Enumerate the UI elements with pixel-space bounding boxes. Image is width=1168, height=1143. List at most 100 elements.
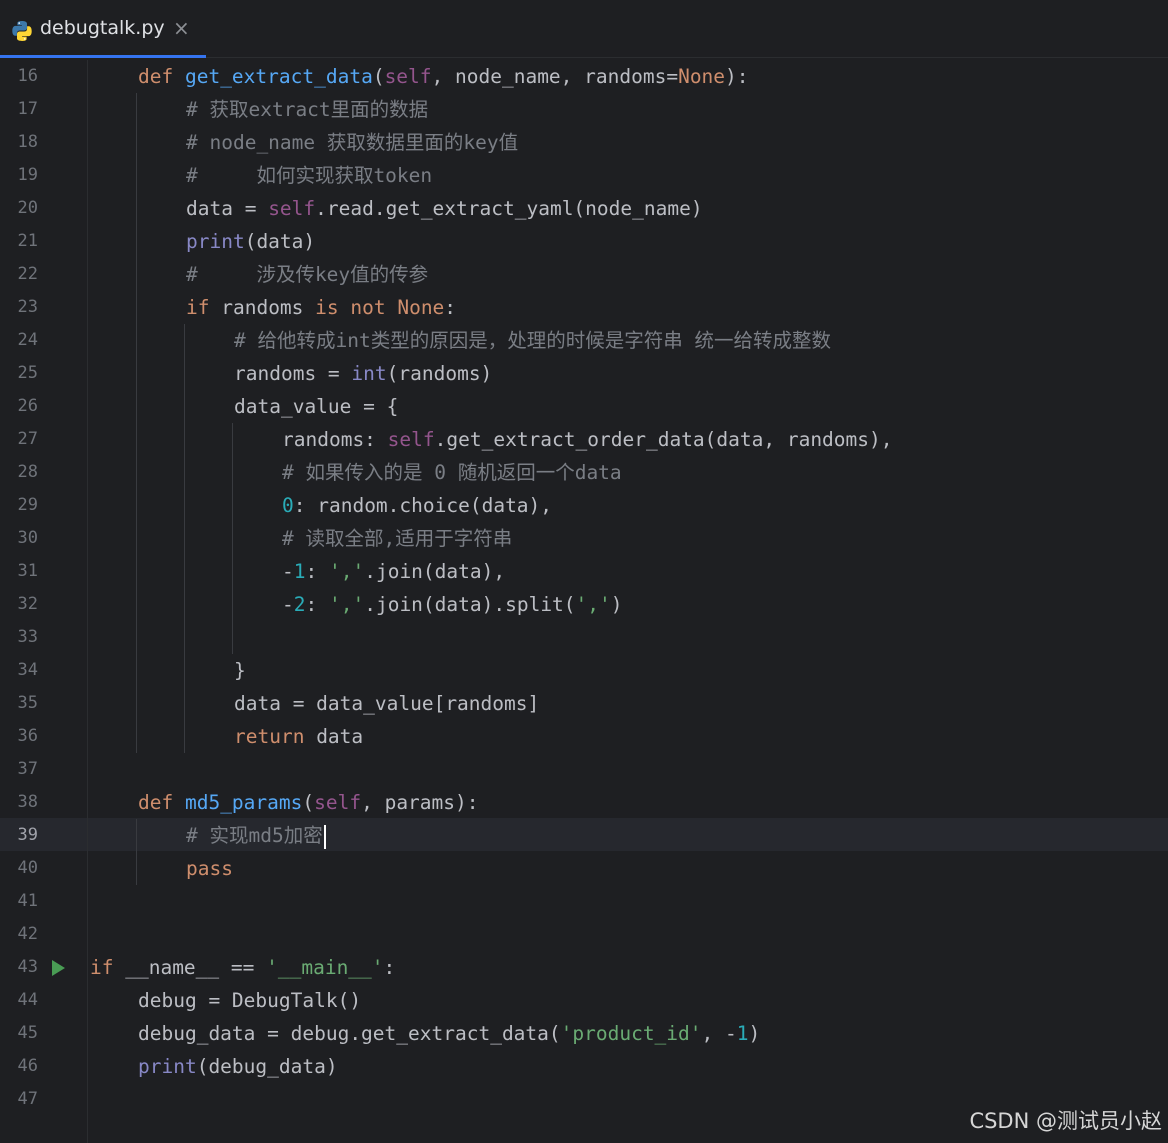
line-number: 30 [17, 528, 38, 548]
code-line[interactable]: 18 # node_name 获取数据里面的key值 [0, 126, 1168, 159]
code-line[interactable]: 32 -2: ','.join(data).split(',') [0, 588, 1168, 621]
code-line[interactable]: 23 if randoms is not None: [0, 291, 1168, 324]
code-token: (randoms) [386, 362, 493, 385]
line-number: 41 [17, 891, 38, 911]
code-text: # 获取extract里面的数据 [186, 93, 428, 126]
code-line[interactable]: 45 debug_data = debug.get_extract_data('p… [0, 1017, 1168, 1050]
code-token: ): [725, 65, 749, 88]
code-line[interactable]: 17 # 获取extract里面的数据 [0, 93, 1168, 126]
code-line[interactable]: 29 0: random.choice(data), [0, 489, 1168, 522]
line-number: 34 [17, 660, 38, 680]
tab-filename: debugtalk.py [40, 17, 165, 39]
code-line[interactable]: 38 def md5_params(self, params): [0, 786, 1168, 819]
code-token: - [282, 593, 294, 616]
line-number: 17 [17, 99, 38, 119]
code-token: print [186, 230, 245, 253]
code-line[interactable]: 43 if __name__ == '__main__': [0, 951, 1168, 984]
code-line[interactable]: 24 # 给他转成int类型的原因是，处理的时候是字符串 统一给转成整数 [0, 324, 1168, 357]
close-tab-icon[interactable]: × [173, 16, 190, 40]
code-token: ',' [328, 593, 365, 616]
code-token: 'product_id' [560, 1022, 702, 1045]
code-line[interactable]: 31 -1: ','.join(data), [0, 555, 1168, 588]
code-token: (debug_data) [196, 1055, 338, 1078]
code-token: def [138, 791, 185, 814]
code-line[interactable]: 27 randoms: self.get_extract_order_data(d… [0, 423, 1168, 456]
code-text: # 涉及传key值的传参 [186, 258, 428, 291]
line-number: 36 [17, 726, 38, 746]
code-token: 1 [293, 560, 306, 583]
code-line[interactable]: 30 # 读取全部,适用于字符串 [0, 522, 1168, 555]
code-line[interactable]: 36 return data [0, 720, 1168, 753]
code-token: randoms = [234, 362, 352, 385]
python-icon [12, 21, 32, 41]
line-number: 43 [17, 957, 38, 977]
code-token: is not None [315, 296, 445, 319]
code-line[interactable]: 33 [0, 621, 1168, 654]
code-line[interactable]: 21 print(data) [0, 225, 1168, 258]
code-token: , params): [361, 791, 479, 814]
code-line[interactable]: 44 debug = DebugTalk() [0, 984, 1168, 1017]
code-token: ',' [328, 560, 365, 583]
line-number: 33 [17, 627, 38, 647]
code-token: .get_extract_order_data(data, randoms), [434, 428, 893, 451]
code-text: # 如何实现获取token [186, 159, 432, 192]
code-token: data [316, 725, 364, 748]
line-number: 27 [17, 429, 38, 449]
code-line[interactable]: 16 def get_extract_data(self, node_name, … [0, 60, 1168, 93]
code-text: if __name__ == '__main__': [90, 951, 395, 984]
code-line[interactable]: 42 [0, 918, 1168, 951]
code-text: # node_name 获取数据里面的key值 [186, 126, 518, 159]
code-token: ( [372, 65, 385, 88]
code-line[interactable]: 41 [0, 885, 1168, 918]
code-token: : [305, 593, 329, 616]
code-token: self [314, 791, 362, 814]
code-line[interactable]: 28 # 如果传入的是 0 随机返回一个data [0, 456, 1168, 489]
code-line[interactable]: 26 data_value = { [0, 390, 1168, 423]
code-line[interactable]: 40 pass [0, 852, 1168, 885]
code-token: get_extract_data [184, 65, 373, 88]
code-text: data = data_value[randoms] [234, 687, 539, 720]
code-line[interactable]: 25 randoms = int(randoms) [0, 357, 1168, 390]
line-number: 32 [17, 594, 38, 614]
code-token: # 如果传入的是 0 随机返回一个data [282, 461, 622, 484]
line-number: 21 [17, 231, 38, 251]
line-number: 28 [17, 462, 38, 482]
code-token: data = data_value[randoms] [234, 692, 540, 715]
line-number: 37 [17, 759, 38, 779]
tab-debugtalk-py[interactable]: debugtalk.py × [0, 0, 206, 58]
code-line[interactable]: 37 [0, 753, 1168, 786]
run-icon[interactable] [52, 960, 65, 976]
code-text: -2: ','.join(data).split(',') [282, 588, 623, 621]
code-token: .join(data), [364, 560, 506, 583]
code-token: # 给他转成int类型的原因是，处理的时候是字符串 统一给转成整数 [234, 329, 831, 352]
code-token: .join(data).split( [364, 593, 576, 616]
code-line[interactable]: 19 # 如何实现获取token [0, 159, 1168, 192]
code-token: # 如何实现获取token [186, 164, 433, 187]
code-token: 2 [293, 593, 306, 616]
code-text: def get_extract_data(self, node_name, ra… [138, 60, 749, 93]
code-editor[interactable]: 16 def get_extract_data(self, node_name, … [0, 60, 1168, 1143]
code-token: if [186, 296, 222, 319]
code-token: , - [701, 1022, 737, 1045]
code-line[interactable]: 22 # 涉及传key值的传参 [0, 258, 1168, 291]
code-line[interactable]: 46 print(debug_data) [0, 1050, 1168, 1083]
line-number: 18 [17, 132, 38, 152]
code-token: self [384, 65, 432, 88]
code-token: (data) [244, 230, 316, 253]
csdn-watermark: CSDN @测试员小赵 [969, 1109, 1162, 1133]
code-token: , node_name, randoms= [431, 65, 679, 88]
code-token: - [282, 560, 294, 583]
code-line[interactable]: 39 # 实现md5加密 [0, 819, 1168, 852]
code-token: randoms: [282, 428, 388, 451]
code-line[interactable]: 20 data = self.read.get_extract_yaml(node… [0, 192, 1168, 225]
code-text: debug_data = debug.get_extract_data('pro… [138, 1017, 760, 1050]
code-text: 0: random.choice(data), [282, 489, 552, 522]
code-line[interactable]: 34} [0, 654, 1168, 687]
code-line[interactable]: 35 data = data_value[randoms] [0, 687, 1168, 720]
code-token: ) [748, 1022, 761, 1045]
code-text: print(debug_data) [138, 1050, 338, 1083]
code-token: md5_params [184, 791, 303, 814]
code-token: ',' [575, 593, 611, 616]
code-token: __name__ == [125, 956, 267, 979]
code-token: def [138, 65, 185, 88]
